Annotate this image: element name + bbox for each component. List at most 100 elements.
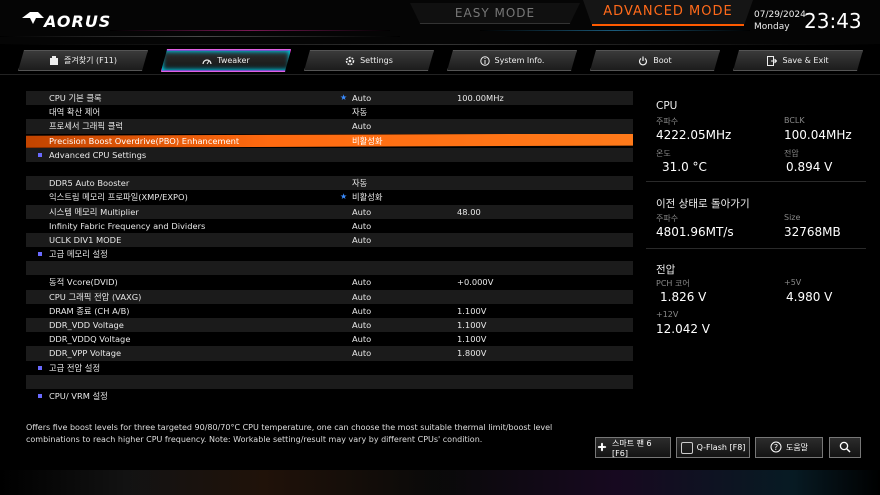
cpu-freq-label: 주파수 xyxy=(656,117,679,126)
header-streak xyxy=(0,36,400,37)
setting-label: 시스템 메모리 Multiplier xyxy=(49,206,139,217)
setting-row[interactable]: CPU 기본 클록 ★ Auto 100.00MHz xyxy=(26,91,633,106)
svg-text:?: ? xyxy=(774,443,778,452)
p5v-value: 4.980 V xyxy=(786,290,833,304)
setting-value[interactable]: 자동 xyxy=(352,176,367,190)
setting-value[interactable]: Auto xyxy=(352,318,371,332)
setting-row[interactable]: 프로세서 그래픽 클럭 Auto xyxy=(26,119,633,134)
setting-row[interactable]: 대역 확산 제어 자동 xyxy=(26,105,633,119)
tab-divider xyxy=(0,74,880,75)
setting-row[interactable]: DDR_VDDQ Voltage Auto 1.100V xyxy=(26,332,633,346)
setting-label: 동적 Vcore(DVID) xyxy=(49,277,118,288)
tab-save-exit[interactable]: Save & Exit xyxy=(733,50,863,71)
tab-boot[interactable]: Boot xyxy=(590,50,720,71)
setting-label: Infinity Fabric Frequency and Dividers xyxy=(49,220,206,231)
header-divider xyxy=(0,44,880,45)
setting-row[interactable]: DDR_VPP Voltage Auto 1.800V xyxy=(26,346,633,361)
easy-mode-tab[interactable]: EASY MODE xyxy=(410,3,580,24)
search-button[interactable] xyxy=(829,437,861,458)
setting-value[interactable]: Auto xyxy=(352,275,371,289)
setting-row[interactable]: 시스템 메모리 Multiplier Auto 48.00 xyxy=(26,204,633,219)
tab-system-info[interactable]: System Info. xyxy=(447,50,577,71)
setting-row[interactable]: DDR5 Auto Booster 자동 xyxy=(26,176,633,191)
cpu-temp-value: 31.0 °C xyxy=(662,160,707,174)
setting-row[interactable]: Advanced CPU Settings xyxy=(26,147,633,162)
setting-value[interactable]: 비활성화 xyxy=(352,190,383,204)
advanced-mode-tab[interactable]: ADVANCED MODE xyxy=(583,0,753,24)
memory-section-title: 이전 상태로 돌아가기 xyxy=(656,198,750,210)
setting-readout: 1.800V xyxy=(457,348,487,359)
brand-name: AORUS xyxy=(44,12,112,31)
setting-row[interactable]: DRAM 종료 (CH A/B) Auto 1.100V xyxy=(26,304,633,318)
help-button[interactable]: ? 도움말 xyxy=(755,437,823,458)
favorite-star-icon[interactable]: ★ xyxy=(340,190,347,204)
setting-row[interactable]: Infinity Fabric Frequency and Dividers Au… xyxy=(26,219,633,233)
exit-icon xyxy=(767,56,777,66)
mem-freq-label: 주파수 xyxy=(656,214,679,223)
section-divider xyxy=(646,181,866,182)
setting-value[interactable]: Auto xyxy=(352,346,371,360)
setting-label: DDR5 Auto Booster xyxy=(49,178,130,189)
weekday-display: Monday xyxy=(754,22,790,32)
setting-value[interactable]: Auto xyxy=(352,205,371,219)
setting-value[interactable]: Auto xyxy=(352,219,371,233)
qflash-icon xyxy=(680,441,693,454)
submenu-bullet-icon xyxy=(38,152,42,157)
tab-settings[interactable]: Settings xyxy=(304,50,434,71)
setting-value[interactable]: Auto xyxy=(352,304,371,318)
time-display: 23:43 xyxy=(804,9,862,33)
setting-label: CPU 기본 클록 xyxy=(49,93,102,103)
spacer-row xyxy=(26,261,633,276)
setting-row[interactable]: CPU/ VRM 설정 xyxy=(26,389,633,403)
setting-readout: 1.100V xyxy=(457,305,487,316)
setting-row[interactable]: 고급 메모리 설정 xyxy=(26,247,633,261)
gear-icon xyxy=(345,56,355,66)
setting-row[interactable]: CPU 그래픽 전압 (VAXG) Auto xyxy=(26,289,633,304)
bclk-value: 100.04MHz xyxy=(784,128,852,142)
setting-value[interactable]: 자동 xyxy=(352,105,367,119)
setting-row[interactable]: 익스트림 메모리 프로파일(XMP/EXPO) ★ 비활성화 xyxy=(26,190,633,204)
question-icon: ? xyxy=(770,441,782,455)
power-icon xyxy=(638,56,648,66)
setting-label: Precision Boost Overdrive(PBO) Enhanceme… xyxy=(49,135,240,146)
setting-label: DRAM 종료 (CH A/B) xyxy=(49,305,130,316)
setting-row[interactable]: DDR_VDD Voltage Auto 1.100V xyxy=(26,318,633,333)
favorite-star-icon[interactable]: ★ xyxy=(340,91,347,105)
p12v-value: 12.042 V xyxy=(656,322,711,336)
qflash-button[interactable]: Q-Flash [F8] xyxy=(676,437,750,458)
setting-value[interactable]: Auto xyxy=(352,233,371,247)
smart-fan-button[interactable]: 스마트 팬 6 [F6] xyxy=(595,437,671,458)
mem-freq-value: 4801.96MT/s xyxy=(656,225,734,239)
setting-label: CPU/ VRM 설정 xyxy=(49,390,108,401)
pch-value: 1.826 V xyxy=(660,290,707,304)
setting-readout: 48.00 xyxy=(457,206,481,217)
active-tab-frame xyxy=(161,49,291,72)
p5v-label: +5V xyxy=(784,278,802,287)
setting-row[interactable]: 고급 전압 설정 xyxy=(26,361,633,375)
setting-row[interactable]: 동적 Vcore(DVID) Auto +0.000V xyxy=(26,275,633,289)
cpu-volt-label: 전압 xyxy=(784,149,799,158)
search-icon xyxy=(839,441,851,455)
setting-label: 익스트림 메모리 프로파일(XMP/EXPO) xyxy=(49,192,188,203)
tab-favorites[interactable]: 즐겨찾기 (F11) xyxy=(18,50,148,71)
help-label: 도움말 xyxy=(785,443,809,452)
setting-value[interactable]: Auto xyxy=(352,91,371,105)
section-divider xyxy=(646,248,866,249)
setting-value[interactable]: Auto xyxy=(352,290,371,304)
setting-value[interactable]: Auto xyxy=(352,332,371,346)
bclk-label: BCLK xyxy=(784,116,805,125)
setting-row[interactable]: UCLK DIV1 MODE Auto xyxy=(26,232,633,248)
tab-label: System Info. xyxy=(494,56,545,65)
setting-label: CPU 그래픽 전압 (VAXG) xyxy=(49,291,142,302)
setting-readout: 1.100V xyxy=(457,334,487,345)
mem-size-value: 32768MB xyxy=(784,225,841,239)
setting-label: Advanced CPU Settings xyxy=(49,149,147,160)
spacer-row xyxy=(26,374,633,389)
setting-value[interactable]: 비활성화 xyxy=(352,134,383,148)
tab-label: Settings xyxy=(360,56,393,65)
settings-list: CPU 기본 클록 ★ Auto 100.00MHz 대역 확산 제어 자동 프로세서 그래… xyxy=(26,91,633,403)
qflash-label: Q-Flash [F8] xyxy=(696,443,746,452)
pch-label: PCH 코어 xyxy=(656,279,690,288)
setting-row[interactable]: Precision Boost Overdrive(PBO) Enhanceme… xyxy=(26,133,633,148)
setting-value[interactable]: Auto xyxy=(352,119,371,133)
